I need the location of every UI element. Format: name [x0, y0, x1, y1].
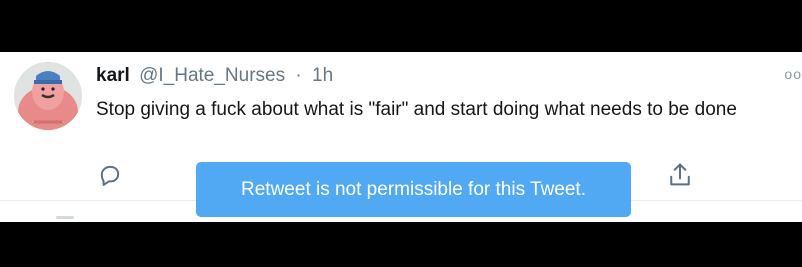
author-name[interactable]: karl: [96, 65, 130, 86]
author-handle[interactable]: @I_Hate_Nurses: [139, 65, 285, 86]
more-options-icon[interactable]: oo: [784, 66, 802, 82]
toast-message: Retweet is not permissible for this Twee…: [241, 178, 586, 200]
tweet-card[interactable]: oo karl @I_Hate_Nurses · 1h Stop giving …: [0, 52, 802, 222]
tweet-text: Stop giving a fuck about what is "fair" …: [96, 99, 737, 120]
reply-icon: [100, 165, 120, 186]
reply-button[interactable]: [95, 160, 125, 190]
toast-notification: Retweet is not permissible for this Twee…: [196, 162, 631, 217]
tweet-timestamp[interactable]: 1h: [312, 65, 333, 86]
header-separator: ·: [295, 65, 302, 86]
share-button[interactable]: [665, 160, 695, 190]
share-icon: [670, 163, 690, 186]
avatar-image: [14, 62, 82, 130]
next-tweet-fragment: [56, 216, 74, 219]
tweet-header: karl @I_Hate_Nurses · 1h: [96, 65, 333, 87]
avatar[interactable]: [14, 62, 82, 130]
